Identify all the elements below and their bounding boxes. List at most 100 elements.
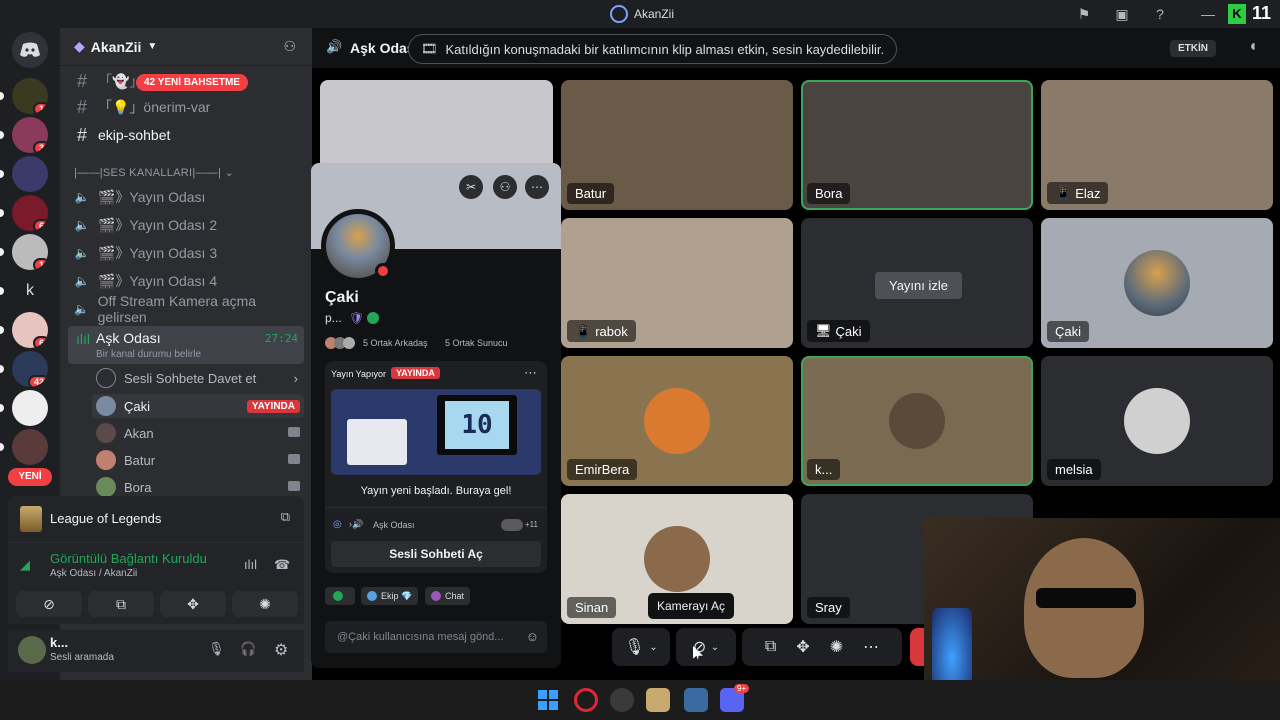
viewer-avatars xyxy=(501,519,523,531)
event-badge[interactable]: ETKİN xyxy=(1170,40,1216,57)
server-icon-4[interactable]: 6 xyxy=(12,195,48,231)
obs-icon[interactable] xyxy=(610,688,634,712)
video-tile[interactable]: EmirBera xyxy=(561,356,793,486)
video-tile[interactable]: Bora xyxy=(801,80,1033,210)
minimize-button[interactable]: — xyxy=(1198,4,1218,24)
more-options-icon[interactable]: ⋯ xyxy=(524,365,537,381)
add-friend-icon[interactable]: ⚇ xyxy=(283,38,296,55)
mention-banner[interactable]: 42 YENİ BAHSETME xyxy=(136,74,248,91)
voice-channel-4[interactable]: 🔈 🎬》Yayın Odası 4 xyxy=(68,268,304,294)
new-unread-pill[interactable]: YENİ xyxy=(8,468,52,486)
league-client-icon[interactable] xyxy=(646,688,670,712)
voice-channel-1[interactable]: 🔈 🎬》Yayın Odası xyxy=(68,184,304,210)
voice-user[interactable]: Batur xyxy=(92,448,304,472)
signal-icon[interactable]: ◢ xyxy=(20,557,30,573)
more-options-icon[interactable]: ⋯ xyxy=(525,175,549,199)
camera-toggle-button[interactable]: ⊘ ⌄ xyxy=(676,628,736,666)
avatar xyxy=(644,526,710,592)
chevron-down-icon: ⌄ xyxy=(649,641,658,653)
windows-start-icon[interactable] xyxy=(536,688,560,712)
server-icon-10[interactable] xyxy=(12,429,48,465)
inbox-icon[interactable]: ▣ xyxy=(1112,4,1132,24)
opera-icon[interactable] xyxy=(574,688,598,712)
settings-gear-icon[interactable]: ⚙ xyxy=(274,640,288,660)
microphone-icon[interactable]: 🎙 xyxy=(208,641,225,657)
camera-icon xyxy=(288,454,300,464)
voice-channel-3[interactable]: 🔈 🎬》Yayın Odası 3 xyxy=(68,240,304,266)
voice-user[interactable]: Akan xyxy=(92,421,304,445)
active-voice-channel[interactable]: ılıl Aşk Odası 27:24 Bir kanal durumu be… xyxy=(68,326,304,364)
stop-watching-icon[interactable]: ✂ xyxy=(459,175,483,199)
video-tile[interactable]: 📱 rabok xyxy=(561,218,793,348)
activity-panel[interactable]: League of Legends ⧉ xyxy=(8,496,304,542)
mute-button[interactable]: 🎙 ⌄ xyxy=(612,628,670,666)
server-icon-3[interactable] xyxy=(12,156,48,192)
emoji-icon[interactable]: ☺ xyxy=(526,629,539,644)
soundboard-button[interactable]: ✺ xyxy=(232,591,298,617)
voice-channel-5[interactable]: 🔈 Off Stream Kamera açma gelirsen xyxy=(68,293,304,325)
video-tile-partial[interactable] xyxy=(320,80,553,170)
activities-button[interactable]: ✥ xyxy=(160,591,226,617)
video-tile[interactable]: Yayını izle 🖥 Çaki xyxy=(801,218,1033,348)
stream-message: Yayın yeni başladı. Buraya gel! xyxy=(360,485,512,497)
valorant-icon[interactable] xyxy=(684,688,708,712)
unread-pill xyxy=(0,131,4,139)
participant-label: Sinan xyxy=(567,597,617,618)
soundboard-icon[interactable]: ✺ xyxy=(830,637,843,657)
voice-channel-2[interactable]: 🔈 🎬》Yayın Odası 2 xyxy=(68,212,304,238)
chat-bubble-icon[interactable]: ◖ xyxy=(1248,38,1258,56)
server-header[interactable]: ◆ AkanZii ▼ ⚇ xyxy=(60,28,312,66)
nitro-badge-icon: 🛡 xyxy=(349,311,365,325)
stream-preview[interactable]: 10 xyxy=(331,389,541,475)
mutual-servers[interactable]: 5 Ortak Sunucu xyxy=(445,338,508,348)
join-voice-button[interactable]: Sesli Sohbeti Aç xyxy=(331,541,541,567)
unread-pill xyxy=(0,248,4,256)
participant-label: melsia xyxy=(1047,459,1101,480)
camera-icon xyxy=(288,481,300,491)
message-input[interactable]: @Çaki kullanıcısına mesaj gönd... ☺ xyxy=(325,621,547,653)
screen-share-button[interactable]: ⧉ xyxy=(88,591,154,617)
category-voice-channels[interactable]: |——|SES KANALLARI|——| ⌄ xyxy=(74,166,234,179)
server-icon-2[interactable]: 3 xyxy=(12,117,48,153)
countdown-illustration: 10 xyxy=(437,395,517,455)
video-tile[interactable]: k... xyxy=(801,356,1033,486)
voice-user[interactable]: Çaki YAYINDA xyxy=(92,394,304,418)
video-tile[interactable]: melsia xyxy=(1041,356,1273,486)
server-icon-1[interactable]: 1 xyxy=(12,78,48,114)
server-badge: 3 xyxy=(32,141,48,153)
camera-off-button[interactable]: ⊘ xyxy=(16,591,82,617)
server-icon-5[interactable]: 1 xyxy=(12,234,48,270)
username[interactable]: k... xyxy=(50,635,68,650)
participant-label: EmirBera xyxy=(567,459,638,480)
activities-icon[interactable]: ✥ xyxy=(796,637,809,657)
home-button[interactable] xyxy=(12,32,48,68)
video-tile[interactable]: Batur xyxy=(561,80,793,210)
video-tile[interactable]: Çaki xyxy=(1041,218,1273,348)
headphones-icon[interactable]: 🎧 xyxy=(240,641,256,657)
video-tile[interactable]: 📱 Elaz xyxy=(1041,80,1273,210)
title-bar: AkanZii ⚑ ▣ ? — K 11 xyxy=(0,0,1280,28)
more-options-icon[interactable]: ⋯ xyxy=(863,637,879,657)
pin-icon[interactable]: ⚑ xyxy=(1074,4,1094,24)
add-friend-icon[interactable]: ⚇ xyxy=(493,175,517,199)
server-icon-7[interactable]: 6 xyxy=(12,312,48,348)
disconnect-icon[interactable]: ☎ xyxy=(274,557,290,573)
server-icon-6[interactable]: k xyxy=(12,273,48,309)
connection-status[interactable]: Görüntülü Bağlantı Kuruldu xyxy=(50,551,207,566)
watch-stream-button[interactable]: Yayını izle xyxy=(875,272,963,299)
stream-game-icon[interactable]: ⧉ xyxy=(281,509,290,525)
server-icon-9[interactable] xyxy=(12,390,48,426)
disconnect-button[interactable] xyxy=(910,628,924,666)
noise-suppression-icon[interactable]: ılıl xyxy=(244,557,257,572)
avatar[interactable] xyxy=(18,636,46,664)
channel-onerim-var[interactable]: # 「💡」önerim-var xyxy=(68,94,304,120)
window-title: AkanZii xyxy=(610,5,674,23)
channel-status-setter[interactable]: Bir kanal durumu belirle xyxy=(96,349,201,360)
help-icon[interactable]: ? xyxy=(1150,4,1170,24)
server-icon-8[interactable]: 42 xyxy=(12,351,48,387)
channel-ekip-sohbet[interactable]: # ekip-sohbet xyxy=(68,122,304,148)
invite-to-voice[interactable]: Sesli Sohbete Davet et › xyxy=(92,366,304,390)
screen-share-icon[interactable]: ⧉ xyxy=(765,638,776,656)
mutual-friends[interactable]: 5 Ortak Arkadaş xyxy=(363,338,428,348)
unread-pill xyxy=(0,92,4,100)
